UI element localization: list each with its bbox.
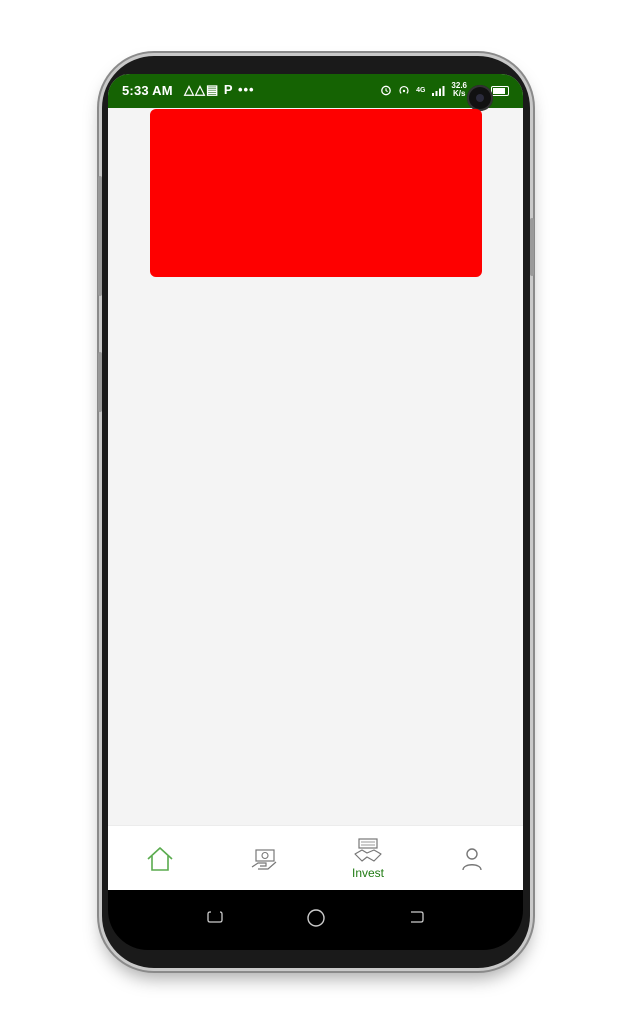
money-hand-icon <box>251 848 277 870</box>
power-button <box>530 218 534 276</box>
signal-icon <box>432 85 445 96</box>
recents-icon[interactable] <box>206 908 224 926</box>
alarm-icon <box>381 85 391 96</box>
nav-transfer[interactable] <box>214 826 314 890</box>
nav-invest-label: Invest <box>351 866 384 880</box>
nav-profile[interactable] <box>422 826 522 890</box>
bottom-navigation: Invest <box>108 825 523 890</box>
volume-button <box>98 176 102 296</box>
app-screen: 5:33 AM △△▤ P ••• 4G 32.6 K/s Invest <box>108 74 523 890</box>
network-type: 4G <box>416 86 426 94</box>
invest-handshake-icon <box>354 838 382 862</box>
nav-invest[interactable]: Invest <box>318 826 418 890</box>
banner-card[interactable] <box>150 109 482 277</box>
profile-icon <box>462 847 482 870</box>
bixby-button <box>98 352 102 412</box>
hotspot-icon <box>399 85 409 94</box>
status-time: 5:33 AM <box>122 83 173 98</box>
status-right-group: 4G 32.6 K/s <box>380 82 467 98</box>
back-icon[interactable] <box>407 908 425 926</box>
network-speed: 32.6 K/s <box>451 82 467 98</box>
speed-unit: K/s <box>452 89 466 98</box>
system-navigation-bar <box>108 890 523 950</box>
front-camera <box>467 85 493 111</box>
home-icon <box>147 846 173 871</box>
nav-home[interactable] <box>110 826 210 890</box>
home-circle-icon[interactable] <box>306 908 326 928</box>
notification-indicators: △△▤ P ••• <box>184 82 255 97</box>
status-bar: 5:33 AM △△▤ P ••• 4G 32.6 K/s <box>108 74 523 111</box>
battery-icon <box>491 86 509 96</box>
